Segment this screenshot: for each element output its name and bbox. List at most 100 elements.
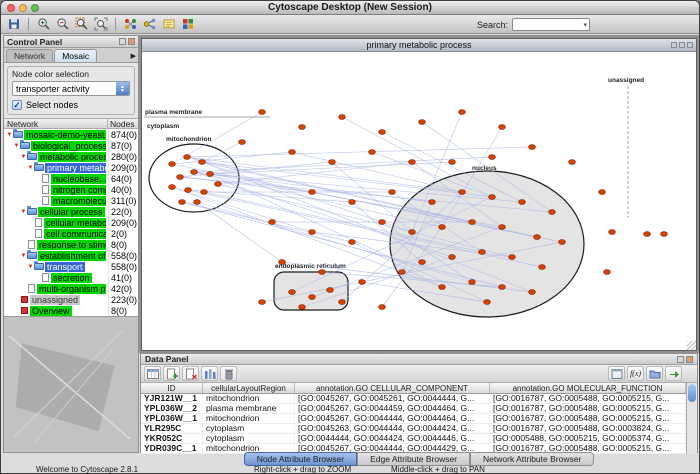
- network-edge[interactable]: [187, 147, 532, 157]
- network-node[interactable]: [279, 260, 286, 265]
- network-node[interactable]: [194, 200, 201, 205]
- tab-scroll-right-icon[interactable]: ▶: [131, 52, 136, 60]
- network-node[interactable]: [389, 190, 396, 195]
- network-edge[interactable]: [342, 117, 492, 197]
- network-node[interactable]: [419, 120, 426, 125]
- tab-network[interactable]: Network: [6, 49, 53, 62]
- zoom-window-button[interactable]: [31, 4, 39, 12]
- network-node[interactable]: [604, 270, 611, 275]
- network-edge[interactable]: [292, 152, 462, 192]
- birdseye-view[interactable]: [4, 316, 138, 452]
- network-node[interactable]: [459, 110, 466, 115]
- network-node[interactable]: [499, 125, 506, 130]
- minimize-window-button[interactable]: [19, 4, 27, 12]
- network-node[interactable]: [207, 172, 214, 177]
- network-node[interactable]: [429, 200, 436, 205]
- tree-row-mosaic-demo-yeast[interactable]: ▼mosaic-demo-yeast874(0): [4, 129, 138, 140]
- tree-row-metabolic-process[interactable]: ▼metabolic process280(0): [4, 151, 138, 162]
- float-panel-icon[interactable]: [677, 356, 684, 363]
- network-node[interactable]: [489, 195, 496, 200]
- tree-row-transport[interactable]: ▼transport558(0): [4, 261, 138, 272]
- window-titlebar[interactable]: Cytoscape Desktop (New Session): [1, 1, 699, 15]
- network-node[interactable]: [169, 162, 176, 167]
- network-node[interactable]: [599, 190, 606, 195]
- frame-minimize-icon[interactable]: [671, 42, 677, 48]
- network-node[interactable]: [199, 160, 206, 165]
- network-node[interactable]: [469, 220, 476, 225]
- network-node[interactable]: [499, 225, 506, 230]
- create-attribute-icon[interactable]: [163, 366, 180, 381]
- network-node[interactable]: [201, 190, 208, 195]
- network-node[interactable]: [409, 160, 416, 165]
- column-header-2[interactable]: annotation.GO CELLULAR_COMPONENT: [295, 383, 490, 393]
- network-node[interactable]: [185, 188, 192, 193]
- network-node[interactable]: [609, 230, 616, 235]
- export-attributes-icon[interactable]: [665, 366, 682, 381]
- network-node[interactable]: [379, 220, 386, 225]
- network-node[interactable]: [469, 280, 476, 285]
- select-nodes-checkbox[interactable]: ✓: [12, 100, 22, 110]
- tree-row-cellular-metabo[interactable]: cellular metabo...209(0): [4, 217, 138, 228]
- network-node[interactable]: [169, 185, 176, 190]
- tree-row-overview[interactable]: Overview8(0): [4, 305, 138, 316]
- resize-grip[interactable]: [687, 341, 696, 350]
- expand-arrow-icon[interactable]: ▼: [20, 253, 27, 259]
- network-node[interactable]: [319, 270, 326, 275]
- network-node[interactable]: [439, 285, 446, 290]
- network-node[interactable]: [309, 230, 316, 235]
- network-node[interactable]: [499, 285, 506, 290]
- network-node[interactable]: [191, 170, 198, 175]
- network-node[interactable]: [309, 190, 316, 195]
- search-dropdown-arrow-icon[interactable]: ▾: [582, 21, 590, 29]
- network-node[interactable]: [239, 140, 246, 145]
- tab-mosaic[interactable]: Mosaic: [54, 49, 97, 62]
- network-canvas[interactable]: plasma membrane cytoplasm mitochondrion …: [142, 52, 696, 350]
- network-node[interactable]: [339, 300, 346, 305]
- network-node[interactable]: [509, 255, 516, 260]
- column-header-1[interactable]: cellularLayoutRegion: [203, 383, 295, 393]
- expand-arrow-icon[interactable]: ▼: [13, 143, 20, 149]
- network-node[interactable]: [379, 130, 386, 135]
- network-node[interactable]: [299, 125, 306, 130]
- network-node[interactable]: [661, 232, 668, 237]
- table-scrollbar[interactable]: [686, 383, 697, 454]
- network-node[interactable]: [449, 160, 456, 165]
- network-node[interactable]: [289, 150, 296, 155]
- network-node[interactable]: [439, 225, 446, 230]
- network-node[interactable]: [259, 110, 266, 115]
- vizmapper-icon[interactable]: [179, 16, 196, 32]
- tree-row-secretion[interactable]: secretion41(0): [4, 272, 138, 283]
- network-node[interactable]: [489, 155, 496, 160]
- network-edge[interactable]: [187, 157, 412, 232]
- network-node[interactable]: [399, 270, 406, 275]
- close-window-button[interactable]: [7, 4, 15, 12]
- network-node[interactable]: [289, 290, 296, 295]
- import-attributes-icon[interactable]: [646, 366, 663, 381]
- network-node[interactable]: [349, 200, 356, 205]
- network-node[interactable]: [409, 230, 416, 235]
- expand-arrow-icon[interactable]: ▼: [20, 154, 27, 160]
- tree-row-establishment-of-l[interactable]: ▼establishment of l...558(0): [4, 250, 138, 261]
- network-node[interactable]: [184, 155, 191, 160]
- annotation-icon[interactable]: [160, 16, 177, 32]
- network-node[interactable]: [349, 240, 356, 245]
- expand-arrow-icon[interactable]: ▼: [27, 264, 34, 270]
- tab-edge-attribute-browser[interactable]: Edge Attribute Browser: [357, 452, 470, 466]
- column-header-3[interactable]: annotation.GO MOLECULAR_FUNCTION: [490, 383, 686, 393]
- network-node[interactable]: [569, 160, 576, 165]
- network-node[interactable]: [529, 145, 536, 150]
- tree-row-primary-metabo[interactable]: ▼primary metabo...209(0): [4, 162, 138, 173]
- frame-close-icon[interactable]: [687, 42, 693, 48]
- network-node[interactable]: [339, 115, 346, 120]
- network-node[interactable]: [215, 182, 222, 187]
- network-edge[interactable]: [197, 202, 282, 262]
- tree-row-biological-process[interactable]: ▼biological_process87(0): [4, 140, 138, 151]
- float-panel-icon[interactable]: [119, 38, 126, 45]
- zoom-out-icon[interactable]: [54, 16, 71, 32]
- tree-row-nitrogen-compo[interactable]: nitrogen compo...40(0): [4, 184, 138, 195]
- network-node[interactable]: [419, 260, 426, 265]
- network-node[interactable]: [484, 300, 491, 305]
- network-node[interactable]: [299, 305, 306, 310]
- search-input[interactable]: [513, 19, 581, 30]
- node-color-dropdown[interactable]: transporter activity ▲▼: [12, 81, 130, 96]
